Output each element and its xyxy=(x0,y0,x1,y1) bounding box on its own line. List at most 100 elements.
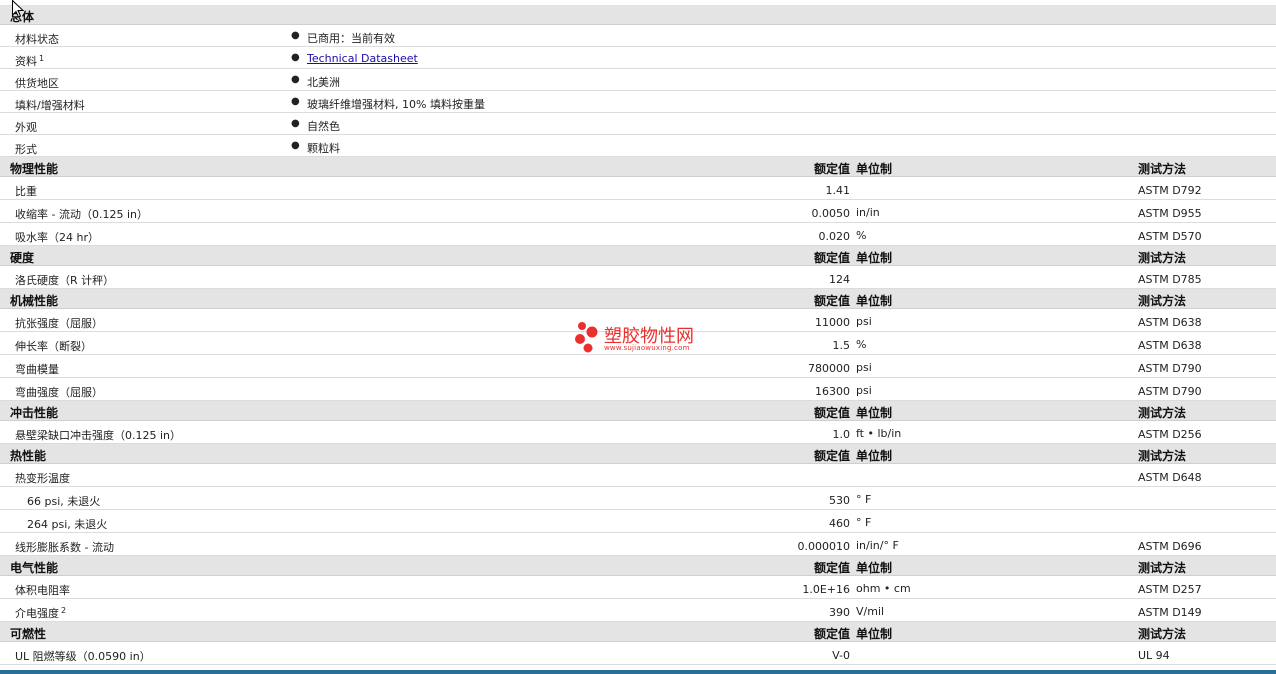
property-label-text: 伸长率（断裂） xyxy=(15,340,92,353)
property-label-text: 弯曲强度（屈服） xyxy=(15,386,103,399)
test-method: ASTM D638 xyxy=(1138,316,1202,329)
general-row: 形式 ● 颗粒料 xyxy=(0,135,1276,157)
watermark-logo: 塑胶物性网 www.sujiaowuxing.com xyxy=(574,320,706,354)
property-label: 资料 1 xyxy=(15,53,44,69)
test-method: ASTM D638 xyxy=(1138,339,1202,352)
section-title: 物理性能 xyxy=(10,162,59,176)
property-label-text: 收缩率 - 流动（0.125 in） xyxy=(15,208,148,221)
property-label: 弯曲模量 xyxy=(15,361,59,377)
property-row: 比重 1.41 ASTM D792 xyxy=(0,177,1276,200)
property-row: 悬壁梁缺口冲击强度（0.125 in） 1.0 ft • lb/in ASTM D25… xyxy=(0,421,1276,444)
property-label: 介电强度 2 xyxy=(15,605,66,621)
property-label-text: 介电强度 xyxy=(15,607,59,620)
property-value: 1.0 xyxy=(832,428,851,441)
property-label: 吸水率（24 hr） xyxy=(15,229,99,245)
property-row: 弯曲模量 780000 psi ASTM D790 xyxy=(0,355,1276,378)
test-method: ASTM D785 xyxy=(1138,273,1202,286)
property-value: 16300 xyxy=(815,385,850,398)
property-unit: psi xyxy=(856,361,872,374)
test-method: ASTM D256 xyxy=(1138,428,1202,441)
section-header: 硬度 额定值 单位制 测试方法 xyxy=(0,246,1276,266)
column-header-value: 额定值 xyxy=(813,561,850,575)
property-label: 洛氏硬度（R 计秤） xyxy=(15,272,114,288)
property-label: 比重 xyxy=(15,183,37,199)
test-method: ASTM D149 xyxy=(1138,606,1202,619)
test-method: UL 94 xyxy=(1138,649,1170,662)
property-label: 线形膨胀系数 - 流动 xyxy=(15,539,114,555)
property-label-text: 悬壁梁缺口冲击强度（0.125 in） xyxy=(15,429,182,442)
property-row: 66 psi, 未退火 530 ° F xyxy=(0,487,1276,510)
column-header-test-method: 测试方法 xyxy=(1138,406,1187,420)
section-header: 物理性能 额定值 单位制 测试方法 xyxy=(0,157,1276,177)
property-row: 介电强度 2 390 V/mil ASTM D149 xyxy=(0,599,1276,622)
property-label-text: 填料/增强材料 xyxy=(15,99,85,112)
property-label-text: 资料 xyxy=(15,55,37,68)
property-unit: in/in/° F xyxy=(856,539,899,552)
property-value: 1.41 xyxy=(825,184,851,197)
red-dots-logo-icon xyxy=(575,322,598,353)
test-method: ASTM D570 xyxy=(1138,230,1202,243)
test-method: ASTM D696 xyxy=(1138,540,1202,553)
property-label: UL 阻燃等级（0.0590 in） xyxy=(15,648,151,664)
property-label-text: 供货地区 xyxy=(15,77,59,90)
property-unit: % xyxy=(856,229,867,242)
test-method: ASTM D955 xyxy=(1138,207,1202,220)
section-header: 可燃性 额定值 单位制 测试方法 xyxy=(0,622,1276,642)
column-header-test-method: 测试方法 xyxy=(1138,627,1187,641)
property-unit: psi xyxy=(856,384,872,397)
footnote-marker: 2 xyxy=(61,606,67,615)
property-label: 收缩率 - 流动（0.125 in） xyxy=(15,206,148,222)
test-method: ASTM D790 xyxy=(1138,362,1202,375)
property-row: 吸水率（24 hr） 0.020% ASTM D570 xyxy=(0,223,1276,246)
bullet-icon: ● xyxy=(291,52,300,63)
property-row: 洛氏硬度（R 计秤） 124 ASTM D785 xyxy=(0,266,1276,289)
property-label-text: 线形膨胀系数 - 流动 xyxy=(15,541,114,554)
column-header-test-method: 测试方法 xyxy=(1138,449,1187,463)
property-label: 264 psi, 未退火 xyxy=(27,516,107,532)
property-label: 弯曲强度（屈服） xyxy=(15,384,103,400)
column-header-value: 额定值 xyxy=(813,294,850,308)
property-label: 形式 xyxy=(15,141,37,157)
technical-datasheet-link[interactable]: Technical Datasheet xyxy=(307,52,418,65)
column-header-test-method: 测试方法 xyxy=(1138,251,1187,265)
property-unit: ft • lb/in xyxy=(856,427,902,440)
property-row: 264 psi, 未退火 460 ° F xyxy=(0,510,1276,533)
bullet-icon: ● xyxy=(291,118,300,129)
property-value: 0.020 xyxy=(818,230,851,243)
section-title: 冲击性能 xyxy=(10,406,59,420)
column-header-test-method: 测试方法 xyxy=(1138,162,1187,176)
column-header-unit: 单位制 xyxy=(856,449,893,463)
section-header: 电气性能 额定值 单位制 测试方法 xyxy=(0,556,1276,576)
column-header-value: 额定值 xyxy=(813,406,850,420)
property-value: Technical Datasheet xyxy=(307,52,418,65)
property-label: 供货地区 xyxy=(15,75,59,91)
column-header-unit: 单位制 xyxy=(856,162,893,176)
footnote-marker: 1 xyxy=(39,54,45,63)
property-value: 颗粒料 xyxy=(307,142,340,155)
column-header-unit: 单位制 xyxy=(856,561,893,575)
property-value: 390 xyxy=(829,606,850,619)
general-row: 外观 ● 自然色 xyxy=(0,113,1276,135)
property-label-text: 比重 xyxy=(15,185,37,198)
section-title: 硬度 xyxy=(10,251,35,265)
property-label-text: 体积电阻率 xyxy=(15,584,70,597)
property-label: 悬壁梁缺口冲击强度（0.125 in） xyxy=(15,427,181,443)
property-label-text: 弯曲模量 xyxy=(15,363,59,376)
property-label: 外观 xyxy=(15,119,37,135)
property-label: 抗张强度（屈服） xyxy=(15,315,103,331)
section-header: 热性能 额定值 单位制 测试方法 xyxy=(0,444,1276,464)
property-row: 热变形温度 ASTM D648 xyxy=(0,464,1276,487)
section-title: 机械性能 xyxy=(10,294,59,308)
property-value: 已商用：当前有效 xyxy=(307,32,395,45)
property-label: 热变形温度 xyxy=(15,470,70,486)
bullet-icon: ● xyxy=(291,74,300,85)
property-row: 体积电阻率 1.0E+16 ohm • cm ASTM D257 xyxy=(0,576,1276,599)
property-value: 11000 xyxy=(815,316,850,329)
column-header-value: 额定值 xyxy=(813,627,850,641)
property-value: 北美洲 xyxy=(307,76,340,89)
bullet-icon: ● xyxy=(291,96,300,107)
test-method: ASTM D648 xyxy=(1138,471,1202,484)
property-value: 玻璃纤维增强材料, 10% 填料按重量 xyxy=(307,98,485,111)
property-label-text: 形式 xyxy=(15,143,37,156)
property-unit: % xyxy=(856,338,867,351)
